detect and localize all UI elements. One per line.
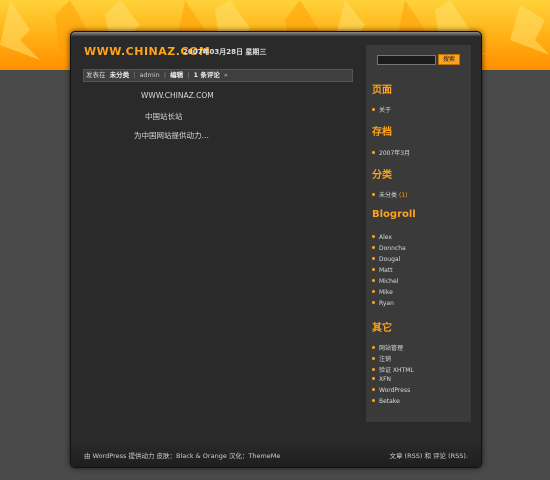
sidebar-item-label: Alex [379, 234, 392, 241]
sidebar-item-label: 关于 [379, 107, 392, 114]
content-line: 为中国网站提供动力… [134, 131, 209, 140]
comments-link[interactable]: 1 条评论 [193, 70, 221, 81]
blogroll-link[interactable]: Dougal [372, 256, 400, 263]
sidebar-item-label: 网站管理 [379, 345, 404, 352]
sidebar-item-label: Michel [379, 278, 399, 285]
bullet-icon [372, 399, 375, 402]
bullet-icon [372, 246, 375, 249]
categories-heading: 分类 [372, 170, 392, 181]
content-line: WWW.CHINAZ.COM [141, 91, 214, 100]
bullet-icon [372, 290, 375, 293]
posted-in-label: 发表在 [86, 71, 106, 79]
sidebar-item-label: Matt [379, 267, 393, 274]
category-link[interactable]: 未分类 [109, 70, 131, 81]
bullet-icon [372, 346, 375, 349]
sidebar-item-page[interactable]: 关于 [372, 105, 391, 114]
sidebar-item-label: 注销 [379, 356, 392, 363]
blogroll-heading: Blogroll [372, 209, 416, 220]
bullet-icon [372, 368, 375, 371]
sidebar-item-label: 未分类 [379, 192, 398, 199]
bullet-icon [372, 357, 375, 360]
blogroll-link[interactable]: Michel [372, 278, 398, 285]
search-input[interactable] [377, 55, 436, 65]
blogroll-link[interactable]: Matt [372, 267, 393, 274]
sidebar-item-label: XFN [379, 376, 392, 383]
meta-link[interactable]: 网站管理 [372, 343, 403, 352]
page-container: WWW.CHINAZ.COM 2007年03月28日 星期三 发表在 未分类 |… [70, 31, 482, 468]
sidebar-item-label: Mike [379, 289, 393, 296]
container-top-edge [71, 32, 481, 36]
meta-link[interactable]: Betake [372, 398, 400, 405]
category-count: (1) [399, 192, 408, 199]
edit-link[interactable]: 编辑 [169, 70, 184, 81]
sidebar-item-archive[interactable]: 2007年3月 [372, 148, 410, 157]
bullet-icon [372, 108, 375, 111]
archives-heading: 存档 [372, 127, 392, 138]
blogroll-link[interactable]: Mike [372, 289, 393, 296]
footer-credits[interactable]: 由 WordPress 提供动力 皮肤：Black & Orange 汉化：Th… [84, 450, 280, 460]
pages-heading: 页面 [372, 85, 392, 96]
bullet-icon [372, 388, 375, 391]
bullet-icon [372, 257, 375, 260]
sidebar-item-label: Dougal [379, 256, 401, 263]
blogroll-link[interactable]: Alex [372, 234, 392, 241]
bullet-icon [372, 151, 375, 154]
sidebar-item-label: WordPress [379, 387, 411, 394]
bullet-icon [372, 235, 375, 238]
sidebar-item-label: 验证 XHTML [379, 367, 414, 374]
meta-link[interactable]: 验证 XHTML [372, 365, 414, 374]
search-button[interactable]: 搜索 [438, 54, 460, 65]
meta-link[interactable]: XFN [372, 376, 391, 383]
bullet-icon [372, 268, 375, 271]
meta-link[interactable]: 注销 [372, 354, 391, 363]
sidebar-item-category[interactable]: 未分类 (1) [372, 190, 408, 199]
bullet-icon [372, 279, 375, 282]
sidebar-item-label: Betake [379, 398, 400, 405]
sidebar-item-label: Ryan [379, 300, 394, 307]
blogroll-link[interactable]: Ryan [372, 300, 394, 307]
sidebar: 搜索 页面 关于 存档 2007年3月 分类 未分类 (1) Blogroll A… [366, 45, 471, 422]
sidebar-item-label: Donncha [379, 245, 406, 252]
footer-rss-links[interactable]: 文章 (RSS) 和 评论 (RSS). [389, 450, 468, 460]
meta-heading: 其它 [372, 323, 392, 334]
bullet-icon [372, 377, 375, 380]
bullet-icon [372, 301, 375, 304]
sidebar-item-label: 2007年3月 [379, 150, 411, 157]
meta-link[interactable]: WordPress [372, 387, 410, 394]
post-meta-bar: 发表在 未分类 | admin | 编辑 | 1 条评论 » [83, 69, 353, 82]
blogroll-link[interactable]: Donncha [372, 245, 406, 252]
footer: 由 WordPress 提供动力 皮肤：Black & Orange 汉化：Th… [71, 442, 481, 467]
site-date: 2007年03月28日 星期三 [183, 48, 267, 56]
bullet-icon [372, 193, 375, 196]
author-link[interactable]: admin [138, 70, 160, 81]
content-line: 中国站长站 [145, 112, 183, 121]
arrow-icon: » [223, 71, 228, 79]
